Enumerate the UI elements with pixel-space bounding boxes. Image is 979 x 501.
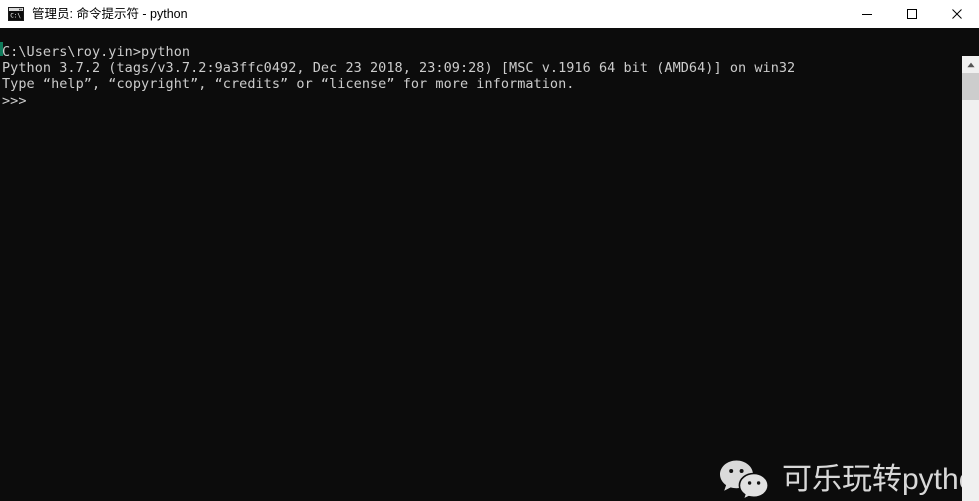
scrollbar-track[interactable] bbox=[962, 73, 979, 501]
chevron-up-icon bbox=[966, 62, 975, 67]
scrollbar-thumb[interactable] bbox=[962, 73, 979, 100]
window-title: 管理员: 命令提示符 - python bbox=[32, 7, 188, 21]
vertical-scrollbar[interactable] bbox=[962, 56, 979, 501]
minimize-button[interactable] bbox=[844, 0, 889, 28]
console-text: C:\Users\roy.yin>python Python 3.7.2 (ta… bbox=[2, 44, 796, 109]
cmd-console-icon: C:\ bbox=[8, 6, 24, 22]
maximize-button[interactable] bbox=[889, 0, 934, 28]
window-controls bbox=[844, 0, 979, 28]
scrollbar-up-button[interactable] bbox=[962, 56, 979, 73]
watermark: 可乐玩转python bbox=[718, 458, 979, 501]
title-bar[interactable]: C:\ 管理员: 命令提示符 - python bbox=[0, 0, 979, 28]
cmd-window: C:\ 管理员: 命令提示符 - python C:\Users\roy.yin… bbox=[0, 0, 979, 501]
close-icon bbox=[951, 9, 962, 19]
close-button[interactable] bbox=[934, 0, 979, 28]
console-output-area[interactable]: C:\Users\roy.yin>python Python 3.7.2 (ta… bbox=[0, 28, 979, 501]
minimize-icon bbox=[861, 14, 872, 15]
wechat-icon bbox=[720, 460, 770, 501]
maximize-icon bbox=[906, 9, 917, 19]
svg-text:C:\: C:\ bbox=[10, 13, 21, 20]
watermark-text: 可乐玩转python bbox=[782, 463, 979, 496]
